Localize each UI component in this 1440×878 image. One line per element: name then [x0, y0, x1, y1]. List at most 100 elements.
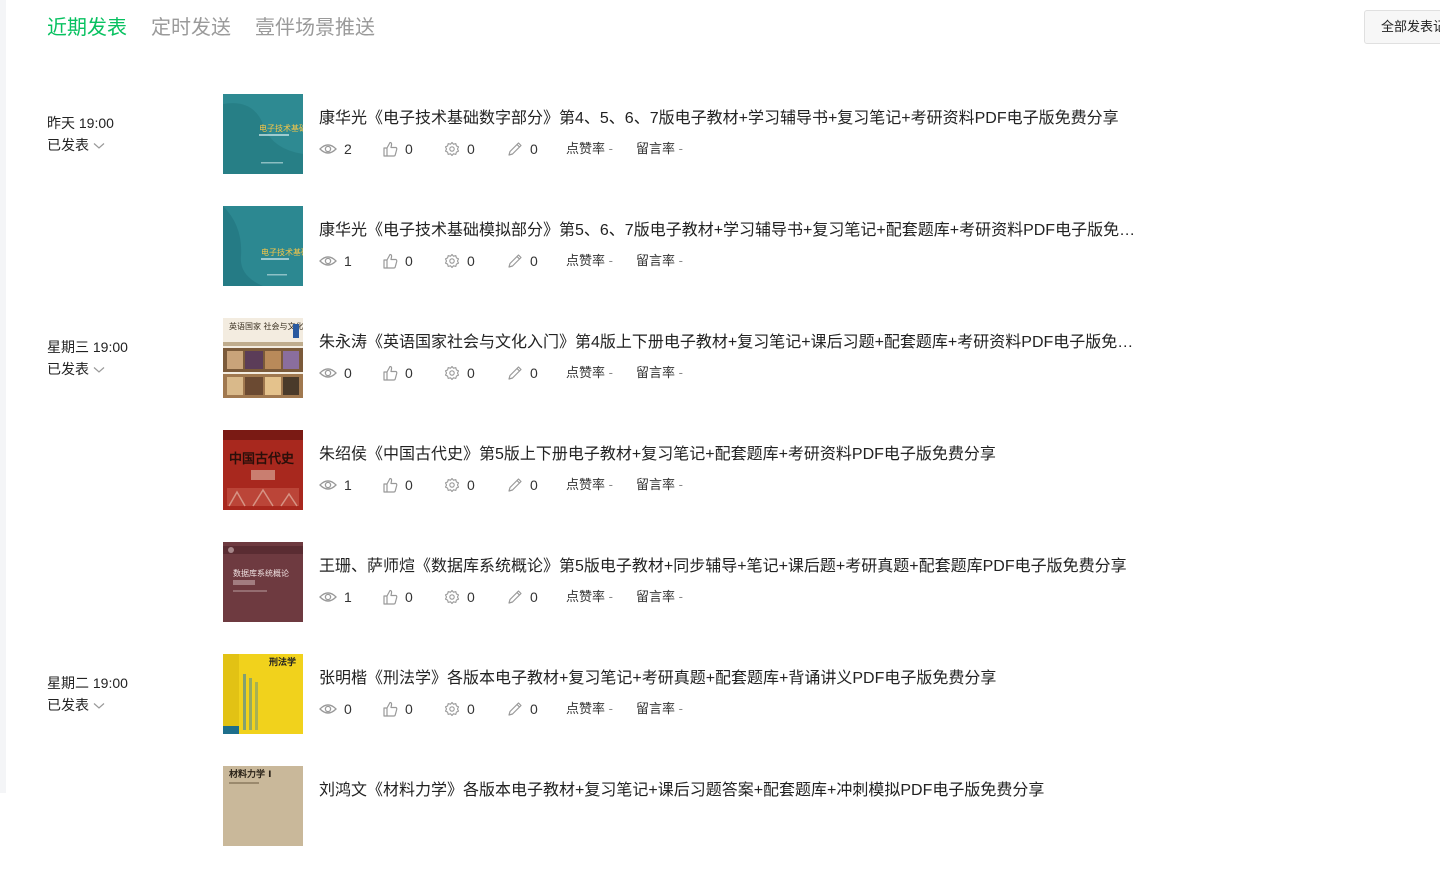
pencil-icon — [508, 142, 522, 156]
publish-status-dropdown[interactable]: 已发表 — [47, 360, 105, 378]
thumbs-up-icon — [383, 141, 398, 157]
pencil-icon — [508, 590, 522, 604]
eye-icon — [319, 144, 337, 154]
publish-date: 星期二 19:00 — [47, 675, 128, 691]
pencil-icon — [508, 366, 522, 380]
article-cover[interactable]: 英语国家 社会与文化入门 — [223, 318, 303, 398]
edit-count: 0 — [530, 477, 538, 493]
view-count: 0 — [344, 701, 352, 717]
article-stats: 1 0 0 0 点赞率 - 留言率 - — [319, 251, 683, 271]
share-gear-icon — [444, 589, 460, 605]
chevron-down-icon — [93, 366, 105, 373]
view-count: 1 — [344, 589, 352, 605]
eye-icon — [319, 480, 337, 490]
publish-status-dropdown[interactable]: 已发表 — [47, 696, 105, 714]
article-stats: 1 0 0 0 点赞率 - 留言率 - — [319, 475, 683, 495]
share-count: 0 — [467, 253, 475, 269]
share-gear-icon — [444, 365, 460, 381]
like-count: 0 — [405, 253, 413, 269]
pencil-icon — [508, 702, 522, 716]
article-title-link[interactable]: 康华光《电子技术基础数字部分》第4、5、6、7版电子教材+学习辅导书+复习笔记+… — [319, 107, 1119, 131]
publish-status-label: 已发表 — [47, 361, 89, 377]
share-gear-icon — [444, 477, 460, 493]
article-cover[interactable]: 电子技术基础 — [223, 206, 303, 286]
cover-title-text: 电子技术基础 — [261, 247, 303, 257]
comment-rate: 留言率 - — [636, 253, 683, 268]
article-stats: 1 0 0 0 点赞率 - 留言率 - — [319, 587, 683, 607]
publish-date: 星期三 19:00 — [47, 339, 128, 355]
edit-count: 0 — [530, 141, 538, 157]
cover-title-text: 数据库系统概论 — [233, 568, 289, 578]
tab-scene-push[interactable]: 壹伴场景推送 — [255, 14, 375, 42]
publish-status-dropdown[interactable]: 已发表 — [47, 136, 105, 154]
share-gear-icon — [444, 141, 460, 157]
like-rate: 点赞率 - — [566, 589, 613, 604]
comment-rate: 留言率 - — [636, 589, 683, 604]
article-row: 昨天 19:00 已发表 电子技术基础 康华光《电子技术基础数字部分》第4、5、… — [0, 94, 1440, 206]
chevron-down-icon — [93, 702, 105, 709]
article-row: 中国古代史 朱绍侯《中国古代史》第5版上下册电子教材+复习笔记+配套题库+考研资… — [0, 430, 1440, 542]
article-row: 星期二 19:00 已发表 刑法学 张明楷《刑法学》各版本电子教材+复习笔记+考… — [0, 654, 1440, 766]
cover-title-text: 英语国家 社会与文化入门 — [229, 321, 303, 331]
article-row: 电子技术基础 康华光《电子技术基础模拟部分》第5、6、7版电子教材+学习辅导书+… — [0, 206, 1440, 318]
cover-title-text: 电子技术基础 — [259, 123, 303, 133]
eye-icon — [319, 368, 337, 378]
eye-icon — [319, 256, 337, 266]
article-cover[interactable]: 数据库系统概论 — [223, 542, 303, 622]
article-title-link[interactable]: 朱绍侯《中国古代史》第5版上下册电子教材+复习笔记+配套题库+考研资料PDF电子… — [319, 443, 996, 467]
eye-icon — [319, 704, 337, 714]
edit-count: 0 — [530, 365, 538, 381]
like-rate: 点赞率 - — [566, 253, 613, 268]
article-cover[interactable]: 电子技术基础 — [223, 94, 303, 174]
cover-title-text: 中国古代史 — [229, 451, 295, 467]
article-title-link[interactable]: 王珊、萨师煊《数据库系统概论》第5版电子教材+同步辅导+笔记+课后题+考研真题+… — [319, 555, 1127, 579]
article-row: 材料力学 I 刘鸿文《材料力学》各版本电子教材+复习笔记+课后习题答案+配套题库… — [0, 766, 1440, 878]
view-count: 0 — [344, 365, 352, 381]
thumbs-up-icon — [383, 701, 398, 717]
comment-rate: 留言率 - — [636, 477, 683, 492]
article-feed: 昨天 19:00 已发表 电子技术基础 康华光《电子技术基础数字部分》第4、5、… — [0, 94, 1440, 878]
publish-tabs: 近期发表 定时发送 壹伴场景推送 — [47, 14, 375, 42]
share-gear-icon — [444, 701, 460, 717]
edit-count: 0 — [530, 253, 538, 269]
article-title-link[interactable]: 朱永涛《英语国家社会与文化入门》第4版上下册电子教材+复习笔记+课后习题+配套题… — [319, 331, 1145, 355]
view-count: 1 — [344, 477, 352, 493]
all-records-button[interactable]: 全部发表记 — [1364, 10, 1440, 44]
article-stats: 0 0 0 0 点赞率 - 留言率 - — [319, 363, 683, 383]
comment-rate: 留言率 - — [636, 141, 683, 156]
article-cover[interactable]: 材料力学 I — [223, 766, 303, 846]
like-count: 0 — [405, 365, 413, 381]
like-count: 0 — [405, 141, 413, 157]
share-gear-icon — [444, 253, 460, 269]
pencil-icon — [508, 254, 522, 268]
cover-title-text: 材料力学 I — [228, 768, 271, 780]
thumbs-up-icon — [383, 365, 398, 381]
thumbs-up-icon — [383, 477, 398, 493]
like-rate: 点赞率 - — [566, 141, 613, 156]
share-count: 0 — [467, 477, 475, 493]
article-title-link[interactable]: 刘鸿文《材料力学》各版本电子教材+复习笔记+课后习题答案+配套题库+冲刺模拟PD… — [319, 779, 1044, 803]
like-count: 0 — [405, 701, 413, 717]
tab-scheduled[interactable]: 定时发送 — [151, 14, 231, 42]
like-rate: 点赞率 - — [566, 701, 613, 716]
article-cover[interactable]: 中国古代史 — [223, 430, 303, 510]
eye-icon — [319, 592, 337, 602]
like-count: 0 — [405, 477, 413, 493]
article-title-link[interactable]: 康华光《电子技术基础模拟部分》第5、6、7版电子教材+学习辅导书+复习笔记+配套… — [319, 219, 1145, 243]
chevron-down-icon — [93, 142, 105, 149]
article-cover[interactable]: 刑法学 — [223, 654, 303, 734]
comment-rate: 留言率 - — [636, 701, 683, 716]
view-count: 1 — [344, 253, 352, 269]
article-stats: 0 0 0 0 点赞率 - 留言率 - — [319, 699, 683, 719]
like-count: 0 — [405, 589, 413, 605]
share-count: 0 — [467, 701, 475, 717]
article-row: 星期三 19:00 已发表 英语国家 社会与文化入门 — [0, 318, 1440, 430]
like-rate: 点赞率 - — [566, 365, 613, 380]
thumbs-up-icon — [383, 253, 398, 269]
cover-title-text: 刑法学 — [269, 656, 296, 668]
tab-recent[interactable]: 近期发表 — [47, 14, 127, 42]
share-count: 0 — [467, 141, 475, 157]
like-rate: 点赞率 - — [566, 477, 613, 492]
comment-rate: 留言率 - — [636, 365, 683, 380]
article-title-link[interactable]: 张明楷《刑法学》各版本电子教材+复习笔记+考研真题+配套题库+背诵讲义PDF电子… — [319, 667, 996, 691]
